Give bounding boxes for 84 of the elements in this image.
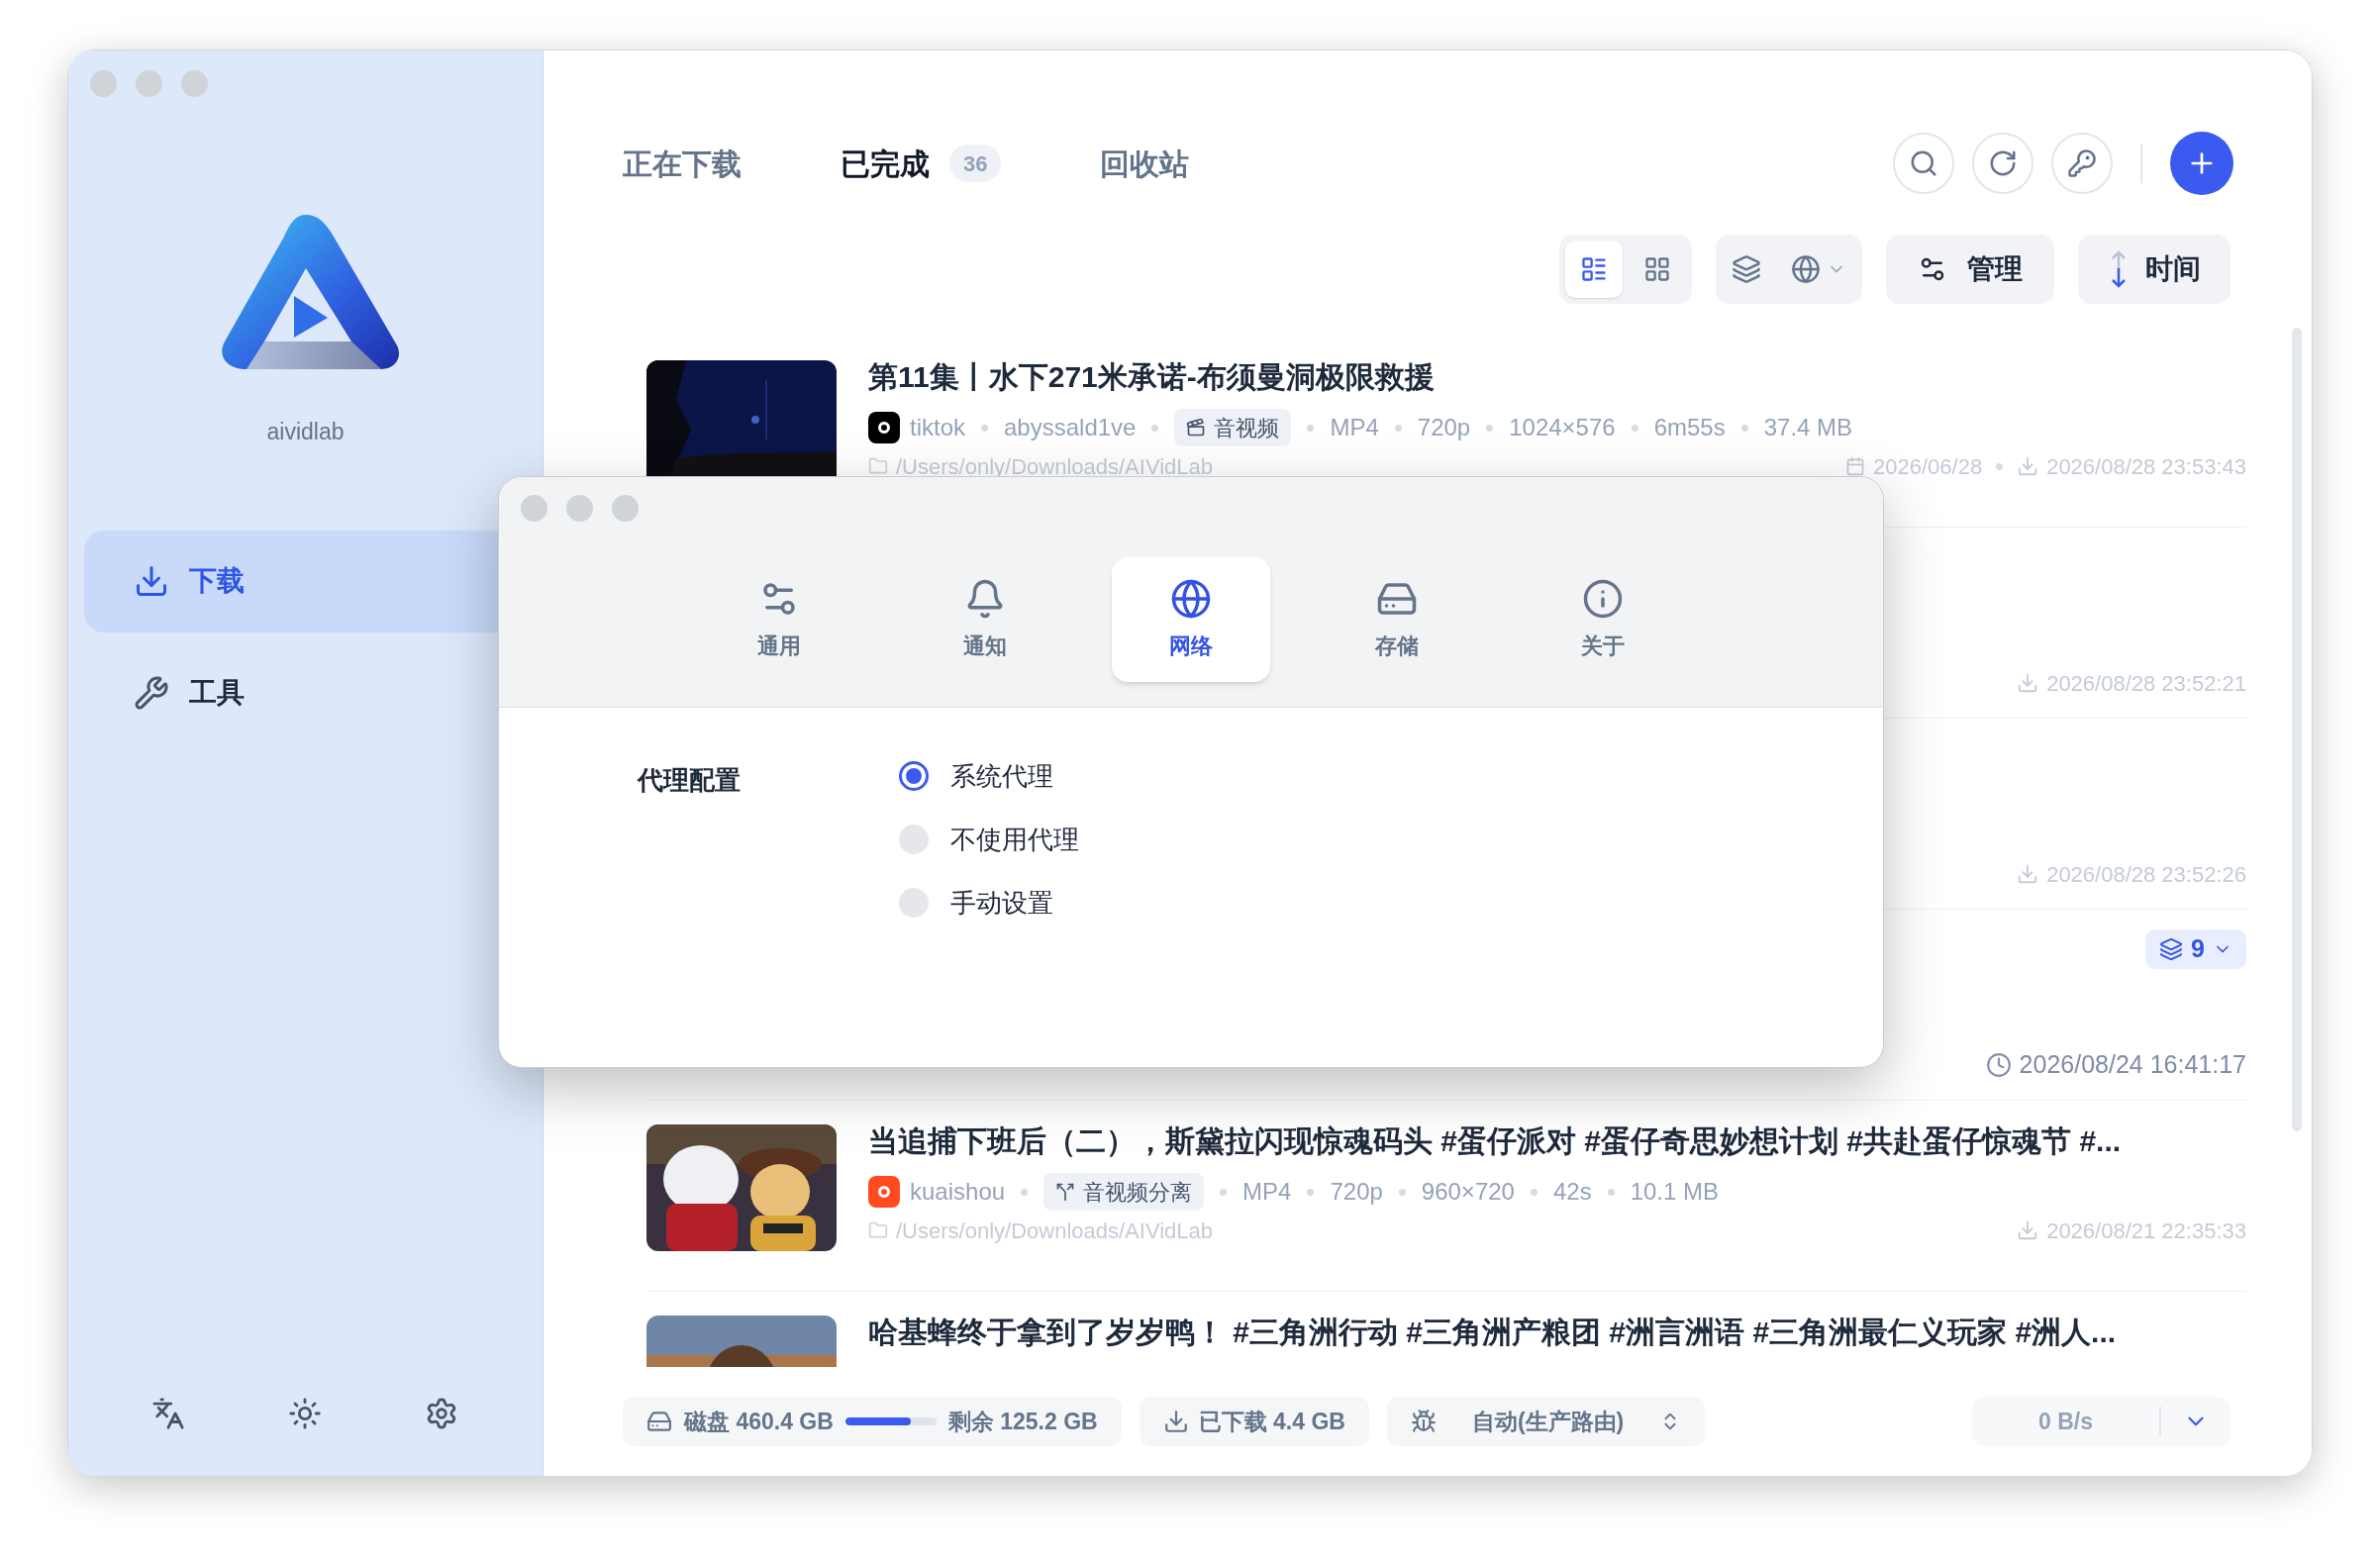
radio-button[interactable] <box>899 825 929 854</box>
manage-button[interactable]: 管理 <box>1886 235 2054 304</box>
settings-tab[interactable]: 关于 <box>1524 557 1682 682</box>
wrench-icon <box>134 675 169 711</box>
bug-icon <box>1410 1409 1437 1434</box>
speed-text: 0 B/s <box>2037 1407 2094 1436</box>
settings-tab[interactable]: 通知 <box>906 557 1064 682</box>
free-space: 剩余 125.2 GB <box>947 1407 1098 1436</box>
grid-icon <box>1643 255 1671 283</box>
spec-text: 37.4 MB <box>1763 413 1853 442</box>
video-title: 第11集丨水下271米承诺-布须曼洞极限救援 <box>868 358 1435 395</box>
source-name: tiktok <box>910 413 965 442</box>
key-button[interactable] <box>2051 133 2113 194</box>
sun-icon[interactable] <box>288 1397 322 1430</box>
disk-size: 磁盘 460.4 GB <box>684 1407 834 1436</box>
spec-text: 6m55s <box>1653 413 1726 442</box>
tab[interactable]: 回收站 <box>1100 141 1190 186</box>
spec-text: MP4 <box>1242 1177 1292 1207</box>
video-title: 当追捕下班后（二），斯黛拉闪现惊魂码头 #蛋仔派对 #蛋仔奇思妙想计划 #共赴蛋仔惊魂节 #... <box>868 1122 2122 1159</box>
list-icon <box>1580 255 1608 283</box>
translate-icon[interactable] <box>151 1397 185 1430</box>
radio-option[interactable]: 手动设置 <box>899 886 1079 920</box>
tag-label: 音视频 <box>1214 414 1280 442</box>
variants-badge[interactable]: 9 <box>2145 929 2246 969</box>
settings-tab[interactable]: 通用 <box>700 557 858 682</box>
app-name: aividlab <box>266 418 345 446</box>
info-icon <box>1582 577 1624 620</box>
settings-tab[interactable]: 存储 <box>1318 557 1476 682</box>
radio-button[interactable] <box>899 888 929 918</box>
download-icon <box>134 563 169 599</box>
folder-icon <box>868 1220 888 1240</box>
download-icon <box>2017 672 2039 694</box>
download-icon <box>2017 863 2039 885</box>
download-icon <box>1162 1409 1189 1434</box>
source-name: kuaishou <box>910 1177 1006 1207</box>
tab[interactable]: 已完成 36 <box>841 141 1002 186</box>
drive-icon <box>646 1409 672 1434</box>
download-time: 2026/08/21 22:35:33 <box>2046 1217 2246 1245</box>
download-icon <box>2017 455 2039 477</box>
count-badge: 36 <box>949 145 1002 182</box>
download-time: 2026/08/28 23:52:21 <box>2046 669 2246 698</box>
nav-item[interactable]: 工具 <box>84 641 544 744</box>
tab[interactable]: 正在下载 <box>623 141 742 186</box>
search-button[interactable] <box>1893 133 1954 194</box>
layers-icon[interactable] <box>1732 254 1761 284</box>
scrollbar[interactable] <box>2292 328 2302 1131</box>
downloaded-size: 已下载 4.4 GB <box>1198 1407 1345 1436</box>
tag-label: 音视频分离 <box>1083 1178 1193 1207</box>
refresh-button[interactable] <box>1972 133 2033 194</box>
globe-icon <box>1791 254 1821 284</box>
download-time: 2026/08/28 23:52:26 <box>2046 860 2246 889</box>
settings-icon[interactable] <box>425 1397 458 1430</box>
spec-text: 42s <box>1552 1177 1592 1207</box>
spec-text: 1024×576 <box>1509 413 1616 442</box>
refresh-icon <box>1988 148 2018 178</box>
author-name: abyssald1ve <box>1004 413 1137 442</box>
video-title: 哈基蜂终于拿到了岁岁鸭！ #三角洲行动 #三角洲产粮团 #洲言洲语 #三角洲最仁义玩家 #洲人... <box>868 1314 2117 1350</box>
spec-text: MP4 <box>1330 413 1379 442</box>
layers-icon <box>2159 937 2184 961</box>
clock-icon <box>1985 1052 2012 1078</box>
file-path: /Users/only/Downloads/AIVidLab <box>896 452 1213 481</box>
settings-tab[interactable]: 网络 <box>1112 557 1270 682</box>
search-icon <box>1909 148 1938 178</box>
spec-text: 10.1 MB <box>1630 1177 1720 1207</box>
sort-button[interactable]: 时间 <box>2078 235 2231 304</box>
spec-text: 960×720 <box>1421 1177 1515 1207</box>
split-icon <box>1055 1182 1076 1202</box>
radio-option[interactable]: 不使用代理 <box>899 823 1079 856</box>
clapperboard-icon <box>1186 418 1207 438</box>
list-view-button[interactable] <box>1565 241 1623 298</box>
download-time: 2026/08/28 23:53:43 <box>2046 452 2246 481</box>
key-icon <box>2067 148 2097 178</box>
download-icon <box>2017 1219 2039 1241</box>
created-date: 2026/06/28 <box>1873 452 1983 481</box>
folder-icon <box>868 456 888 476</box>
spec-text: 720p <box>1417 413 1471 442</box>
setting-label: 代理配置 <box>638 764 742 795</box>
globe-icon <box>1170 577 1212 620</box>
radio-option[interactable]: 系统代理 <box>899 759 1079 793</box>
download-time: 2026/08/24 16:41:17 <box>2019 1049 2246 1081</box>
route-select[interactable]: 自动(生产路由) <box>1386 1397 1706 1446</box>
spec-text: 720p <box>1330 1177 1383 1207</box>
file-path: /Users/only/Downloads/AIVidLab <box>896 1217 1213 1245</box>
radio-button[interactable] <box>899 761 929 791</box>
